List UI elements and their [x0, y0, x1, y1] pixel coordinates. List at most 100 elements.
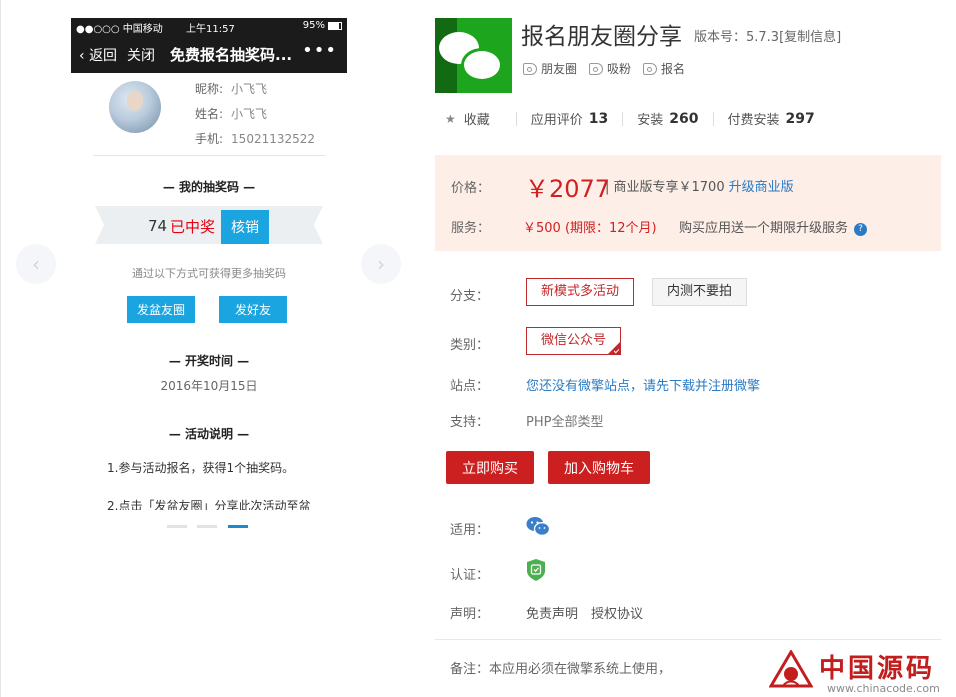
paid-label: 付费安装 — [727, 113, 780, 128]
draw-time-title: — 开奖时间 — — [168, 354, 250, 368]
phone-status-bar: ●●○○○ 中国移动 上午11:57 95% — [71, 18, 347, 35]
cert-label: 认证： — [450, 568, 490, 583]
lottery-code-number: 74 — [148, 217, 168, 235]
tag-item[interactable]: 吸粉 — [589, 60, 631, 77]
carousel-dot-active[interactable] — [228, 525, 248, 528]
name-row: 姓名: 小飞飞 — [195, 105, 267, 122]
divider — [93, 155, 325, 156]
watermark-name: 中国源码 — [819, 654, 936, 684]
category-value: 微信公众号 — [541, 333, 607, 348]
rating-label: 应用评价 — [530, 113, 583, 128]
battery-text: 95% — [302, 20, 325, 31]
install-stat: 安装 260 — [637, 109, 699, 129]
business-price-text: | 商业版专享￥1700 — [605, 180, 725, 195]
declare-label: 声明： — [450, 607, 490, 622]
app-info-panel: 报名朋友圈分享 版本号：5.7.3[复制信息] 朋友圈 吸粉 报名 ★ 收藏 应用… — [435, 0, 941, 697]
tag-list: 朋友圈 吸粉 报名 — [523, 60, 685, 77]
service-value: ￥500 (期限：12个月) — [523, 221, 657, 236]
version-text[interactable]: 版本号：5.7.3[复制信息] — [694, 26, 841, 45]
name-label: 姓名: — [195, 107, 224, 121]
nickname-value: 小飞飞 — [231, 82, 268, 96]
carousel-prev-arrow[interactable]: ‹ — [16, 244, 56, 284]
avatar — [109, 81, 161, 133]
wechat-icon — [526, 517, 550, 536]
rules-title: — 活动说明 — — [168, 427, 250, 441]
back-button[interactable]: ‹ 返回 — [79, 45, 117, 65]
add-to-cart-button[interactable]: 加入购物车 — [548, 451, 650, 484]
price-box: 价格： ￥2077 | 商业版专享￥1700 升级商业版 服务： ￥500 (期限… — [435, 155, 941, 251]
tag-label: 吸粉 — [607, 62, 632, 76]
favorite-button[interactable]: ★ 收藏 — [445, 109, 490, 129]
site-label: 站点： — [450, 379, 490, 394]
category-label: 类别： — [450, 338, 490, 353]
redeem-button[interactable]: 核销 — [221, 210, 269, 244]
license-link[interactable]: 授权协议 — [591, 603, 643, 622]
watermark-logo-icon — [769, 650, 813, 688]
business-price: | 商业版专享￥1700 升级商业版 — [605, 176, 794, 195]
support-label: 支持： — [450, 415, 490, 430]
share-moments-button[interactable]: 发盆友圈 — [127, 296, 195, 323]
remark-text: 备注：本应用必须在微擎系统上使用， — [450, 662, 672, 677]
phone-row: 手机: 15021132522 — [195, 130, 315, 147]
service-label: 服务： — [451, 221, 491, 236]
install-label: 安装 — [637, 113, 664, 128]
divider — [435, 639, 941, 640]
star-icon: ★ — [445, 111, 456, 126]
help-icon[interactable]: ? — [854, 223, 868, 236]
register-site-link[interactable]: 您还没有微擎站点，请先下载并注册微擎 — [526, 375, 760, 394]
carousel-dot[interactable] — [167, 525, 187, 528]
upgrade-business-link[interactable]: 升级商业版 — [729, 180, 794, 195]
rule-2: 2.点击「发盆友圈」分享此次活动至盆 — [107, 499, 311, 510]
support-value: PHP全部类型 — [526, 415, 604, 430]
watermark-url: www.chinacode.com — [827, 682, 940, 695]
tag-icon — [589, 62, 604, 75]
phone-page-title: 免费报名抽奖码... — [170, 46, 293, 64]
back-label: 返回 — [89, 48, 118, 64]
stats-row: ★ 收藏 应用评价 13 安装 260 付费安装 297 — [445, 109, 815, 129]
wechat-moments-app-icon — [435, 18, 512, 93]
price-value: ￥2077 — [525, 175, 611, 203]
more-icon[interactable]: ••• — [302, 40, 337, 61]
favorite-label: 收藏 — [463, 113, 490, 128]
profile-section: 昵称: 小飞飞 姓名: 小飞飞 手机: 15021132522 — [71, 73, 347, 173]
apply-label: 适用： — [450, 523, 490, 538]
tag-icon — [523, 62, 537, 75]
draw-date: 2016年10月15日 — [160, 379, 258, 393]
hint-text: 通过以下方式可获得更多抽奖码 — [132, 267, 286, 280]
category-option-selected[interactable]: 微信公众号 — [526, 327, 622, 355]
service-desc: 购买应用送一个期限升级服务? — [679, 217, 868, 236]
tag-item[interactable]: 报名 — [643, 60, 685, 77]
clock-text: 上午11:57 — [186, 24, 235, 35]
branch-option[interactable]: 内测不要拍 — [652, 278, 748, 306]
branch-label: 分支： — [450, 289, 490, 304]
tag-icon — [643, 62, 658, 75]
paid-install-stat: 付费安装 297 — [727, 109, 815, 129]
service-desc-text: 购买应用送一个期限升级服务 — [679, 221, 849, 236]
watermark: 中国源码 www.chinacode.com — [761, 644, 956, 697]
app-title: 报名朋友圈分享 — [521, 24, 682, 50]
tag-label: 朋友圈 — [541, 62, 578, 76]
price-label: 价格： — [451, 181, 491, 196]
carousel-next-arrow[interactable]: › — [361, 244, 401, 284]
rating-value: 13 — [588, 110, 609, 127]
close-button[interactable]: 关闭 — [127, 45, 155, 65]
certified-shield-icon — [527, 559, 545, 581]
tag-label: 报名 — [661, 62, 686, 76]
buy-now-button[interactable]: 立即购买 — [446, 451, 534, 484]
paid-value: 297 — [785, 110, 815, 127]
carrier-text: ●●○○○ 中国移动 — [76, 24, 163, 35]
tag-item[interactable]: 朋友圈 — [523, 60, 577, 77]
rule-1: 1.参与活动报名，获得1个抽奖码。 — [107, 461, 295, 475]
battery-icon — [328, 22, 342, 30]
carousel-dot[interactable] — [197, 525, 217, 528]
disclaimer-link[interactable]: 免责声明 — [526, 603, 578, 622]
win-status: 已中奖 — [170, 218, 216, 236]
app-detail-page: ‹ › ●●○○○ 中国移动 上午11:57 95% ‹ 返回 关闭 免费报名抽… — [0, 0, 956, 697]
branch-option-selected[interactable]: 新模式多活动 — [526, 278, 635, 306]
rating-stat: 应用评价 13 — [530, 109, 609, 129]
phone-screenshot: ●●○○○ 中国移动 上午11:57 95% ‹ 返回 关闭 免费报名抽奖码..… — [71, 18, 347, 510]
nickname-row: 昵称: 小飞飞 — [195, 80, 267, 97]
install-value: 260 — [669, 110, 699, 127]
screenshot-carousel: ‹ › ●●○○○ 中国移动 上午11:57 95% ‹ 返回 关闭 免费报名抽… — [1, 0, 421, 697]
share-friend-button[interactable]: 发好友 — [219, 296, 287, 323]
